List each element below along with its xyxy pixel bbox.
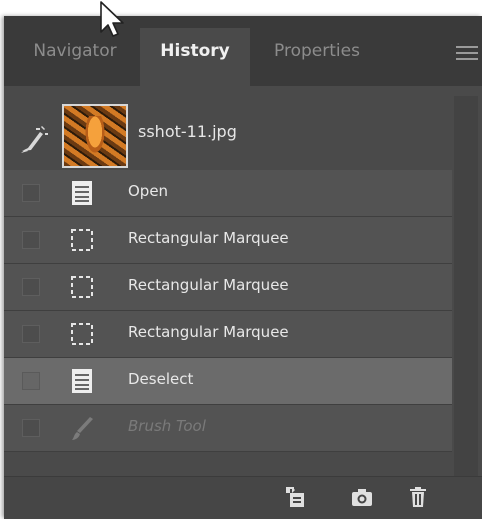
history-source-checkbox[interactable] <box>22 325 40 343</box>
history-item-label: Rectangular Marquee <box>128 323 289 341</box>
history-panel: Navigator History Properties sshot-11.jp… <box>4 16 482 519</box>
history-item-open[interactable]: Open <box>4 170 452 217</box>
history-item-rectangular-marquee[interactable]: Rectangular Marquee <box>4 217 452 264</box>
trash-icon[interactable] <box>406 485 430 509</box>
history-source-checkbox[interactable] <box>22 419 40 437</box>
rectangular-marquee-icon <box>71 229 93 251</box>
history-item-label: Rectangular Marquee <box>128 276 289 294</box>
history-state-list: Open Rectangular Marquee Rectangular Mar… <box>4 170 452 452</box>
history-item-label: Deselect <box>128 370 194 388</box>
panel-tab-bar: Navigator History Properties <box>4 16 482 86</box>
history-item-brush-tool[interactable]: Brush Tool <box>4 405 452 452</box>
history-item-label: Brush Tool <box>128 417 206 435</box>
history-panel-footer <box>4 476 482 519</box>
history-source-checkbox[interactable] <box>22 372 40 390</box>
panel-menu-icon[interactable] <box>456 46 478 62</box>
history-scrollbar[interactable] <box>454 96 478 476</box>
snapshot-label: sshot-11.jpg <box>138 122 237 141</box>
mouse-pointer-icon <box>100 1 124 37</box>
new-document-from-state-icon[interactable] <box>284 485 308 509</box>
document-icon <box>72 181 92 205</box>
history-source-checkbox[interactable] <box>22 231 40 249</box>
history-item-deselect[interactable]: Deselect <box>4 358 452 405</box>
history-brush-source-icon[interactable] <box>18 124 50 156</box>
history-source-checkbox[interactable] <box>22 184 40 202</box>
rectangular-marquee-icon <box>71 323 93 345</box>
history-item-label: Open <box>128 182 169 200</box>
snapshot-row[interactable]: sshot-11.jpg <box>4 96 452 178</box>
brush-icon <box>72 417 93 440</box>
history-item-label: Rectangular Marquee <box>128 229 289 247</box>
tab-properties[interactable]: Properties <box>254 28 380 86</box>
document-icon <box>72 369 92 393</box>
history-item-rectangular-marquee[interactable]: Rectangular Marquee <box>4 264 452 311</box>
tab-history[interactable]: History <box>140 28 250 86</box>
rectangular-marquee-icon <box>71 276 93 298</box>
camera-icon[interactable] <box>350 485 374 509</box>
snapshot-thumbnail <box>62 104 128 168</box>
history-source-checkbox[interactable] <box>22 278 40 296</box>
history-item-rectangular-marquee[interactable]: Rectangular Marquee <box>4 311 452 358</box>
